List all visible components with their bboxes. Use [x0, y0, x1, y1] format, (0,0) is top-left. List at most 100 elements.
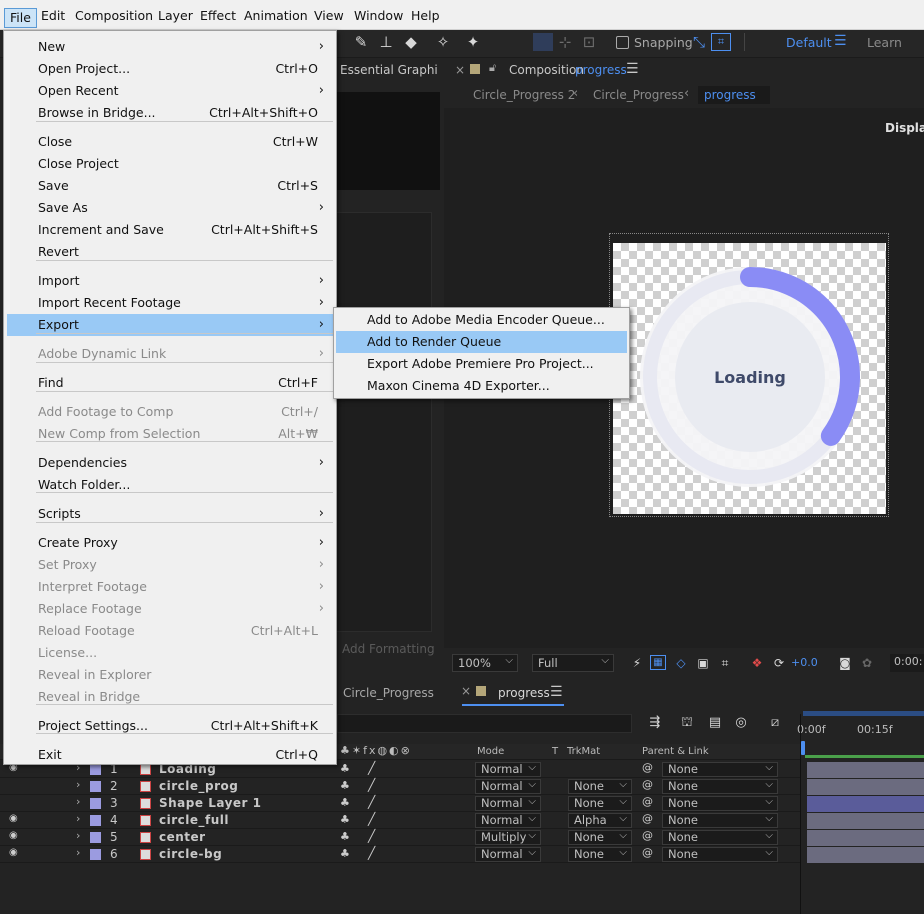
track-matte-dropdown[interactable]: Alpha [568, 812, 632, 828]
shy-switch-icon[interactable]: ♣ [340, 847, 350, 860]
file-menu-item-open-recent[interactable]: Open Recent › [7, 80, 334, 102]
menu-layer[interactable]: Layer [153, 7, 198, 27]
export-item-add-to-media-encoder-queue[interactable]: Add to Adobe Media Encoder Queue... [336, 309, 627, 331]
playhead[interactable] [801, 741, 805, 755]
parent-dropdown[interactable]: None [662, 846, 778, 862]
axis-view-icon[interactable]: ⊡ [580, 33, 598, 51]
expand-twirl-icon[interactable]: › [76, 812, 80, 825]
timeline-tab-circle-progress[interactable]: Circle_Progress [343, 686, 434, 700]
visibility-eye-icon[interactable]: ◉ [9, 813, 18, 824]
graph-editor-icon[interactable]: ⧄ [766, 714, 784, 732]
visibility-eye-icon[interactable]: ◉ [9, 830, 18, 841]
mask-view-icon[interactable]: ◇ [672, 654, 690, 672]
quality-switch-icon[interactable]: ╱ [368, 795, 375, 809]
layer-label-color[interactable] [90, 849, 101, 860]
layer-duration-bar[interactable] [807, 830, 924, 846]
menu-file[interactable]: File [4, 8, 37, 28]
layer-name[interactable]: circle-bg [159, 847, 222, 861]
shy-switch-icon[interactable]: ♣ [340, 796, 350, 809]
layer-row[interactable]: ◉ › 4 circle_full ♣ ╱ Normal Alpha @ None [0, 812, 800, 829]
clone-stamp-icon[interactable]: ⊥ [377, 33, 395, 51]
menu-animation[interactable]: Animation [239, 7, 313, 27]
shy-layers-icon[interactable]: ▤ [706, 714, 724, 732]
region-of-interest-icon[interactable]: ▣ [694, 654, 712, 672]
layer-duration-bar[interactable] [807, 779, 924, 795]
axis-world-icon[interactable]: ⊹ [556, 33, 574, 51]
exposure-value[interactable]: +0.0 [791, 656, 818, 669]
file-menu-item-increment-and-save[interactable]: Increment and Save Ctrl+Alt+Shift+S [7, 219, 334, 241]
shy-switch-icon[interactable]: ♣ [340, 762, 350, 775]
blend-mode-dropdown[interactable]: Normal [475, 846, 541, 862]
breadcrumb-current[interactable]: progress [698, 86, 770, 104]
draft-3d-icon[interactable]: ⛫ [678, 714, 696, 732]
expand-twirl-icon[interactable]: › [76, 829, 80, 842]
parent-dropdown[interactable]: None [662, 795, 778, 811]
file-menu-item-import[interactable]: Import › [7, 270, 334, 292]
brush-icon[interactable]: ✎ [352, 33, 370, 51]
work-area-bar[interactable] [803, 711, 924, 716]
shy-switch-icon[interactable]: ♣ [340, 779, 350, 792]
color-channels-icon[interactable]: ❖ [748, 654, 766, 672]
axis-local-icon[interactable] [533, 33, 553, 51]
file-menu-item-import-recent-footage[interactable]: Import Recent Footage › [7, 292, 334, 314]
track-matte-dropdown[interactable]: None [568, 846, 632, 862]
snap-options-icon[interactable]: ⤡ [690, 33, 708, 51]
layer-row[interactable]: ◉ › 6 circle-bg ♣ ╱ Normal None @ None [0, 846, 800, 863]
workspace-learn[interactable]: Learn [867, 35, 902, 50]
layer-search-input[interactable] [337, 714, 632, 733]
layer-label-color[interactable] [90, 832, 101, 843]
layer-label-color[interactable] [90, 815, 101, 826]
quality-switch-icon[interactable]: ╱ [368, 829, 375, 843]
layer-duration-bar[interactable] [807, 847, 924, 863]
layer-row[interactable]: ◉ › 5 center ♣ ╱ Multiply None @ None [0, 829, 800, 846]
layer-name[interactable]: Shape Layer 1 [159, 796, 261, 810]
parent-dropdown[interactable]: None [662, 778, 778, 794]
layer-row[interactable]: › 2 circle_prog ♣ ╱ Normal None @ None [0, 778, 800, 795]
export-item-add-to-render-queue[interactable]: Add to Render Queue [336, 331, 627, 353]
layer-label-color[interactable] [90, 798, 101, 809]
puppet-pin-icon[interactable]: ✦ [464, 33, 482, 51]
blend-mode-dropdown[interactable]: Normal [475, 795, 541, 811]
color-management-icon[interactable]: ⟳ [770, 654, 788, 672]
layer-duration-bar[interactable] [807, 762, 924, 778]
layer-name[interactable]: circle_prog [159, 779, 238, 793]
layer-duration-bar[interactable] [807, 796, 924, 812]
layer-row[interactable]: › 3 Shape Layer 1 ♣ ╱ Normal None @ None [0, 795, 800, 812]
blend-mode-dropdown[interactable]: Normal [475, 761, 541, 777]
file-menu-item-exit[interactable]: Exit Ctrl+Q [7, 744, 334, 766]
expand-twirl-icon[interactable]: › [76, 778, 80, 791]
workspace-menu-icon[interactable]: ☰ [834, 33, 847, 49]
file-menu-item-save[interactable]: Save Ctrl+S [7, 175, 334, 197]
layer-duration-bar[interactable] [807, 813, 924, 829]
quality-switch-icon[interactable]: ╱ [368, 778, 375, 792]
menu-edit[interactable]: Edit [36, 7, 70, 27]
timeline-tab-progress[interactable]: progress [498, 686, 550, 700]
layer-name[interactable]: circle_full [159, 813, 229, 827]
menu-composition[interactable]: Composition [70, 7, 158, 27]
comp-flowchart-icon[interactable]: ⇶ [646, 714, 664, 732]
shy-switch-icon[interactable]: ♣ [340, 813, 350, 826]
menu-view[interactable]: View [309, 7, 349, 27]
parent-dropdown[interactable]: None [662, 812, 778, 828]
pick-whip-icon[interactable]: @ [642, 761, 653, 774]
expand-twirl-icon[interactable]: › [76, 795, 80, 808]
snapshot-camera-icon[interactable]: ◙ [836, 654, 854, 672]
essential-graphics-tab[interactable]: Essential Graphi [336, 60, 440, 82]
blend-mode-dropdown[interactable]: Multiply [475, 829, 541, 845]
export-item-maxon-cinema-4d-exporter[interactable]: Maxon Cinema 4D Exporter... [336, 375, 627, 397]
close-tab-icon[interactable]: × [455, 63, 465, 77]
fast-preview-icon[interactable]: ⚡ [628, 654, 646, 672]
transparency-toggle-icon[interactable]: ▦ [650, 655, 666, 670]
file-menu-item-save-as[interactable]: Save As › [7, 197, 334, 219]
add-formatting-label[interactable]: Add Formatting [342, 642, 435, 656]
pick-whip-icon[interactable]: @ [642, 812, 653, 825]
breadcrumb-item-2[interactable]: Circle_Progress [593, 88, 684, 102]
pick-whip-icon[interactable]: @ [642, 795, 653, 808]
track-matte-dropdown[interactable]: None [568, 829, 632, 845]
timecode-display[interactable]: 0:00: [890, 654, 924, 672]
panel-menu-icon[interactable]: ☰ [550, 684, 563, 700]
parent-dropdown[interactable]: None [662, 829, 778, 845]
comp-tab-name[interactable]: progress [575, 63, 627, 77]
pick-whip-icon[interactable]: @ [642, 846, 653, 859]
blend-mode-dropdown[interactable]: Normal [475, 812, 541, 828]
